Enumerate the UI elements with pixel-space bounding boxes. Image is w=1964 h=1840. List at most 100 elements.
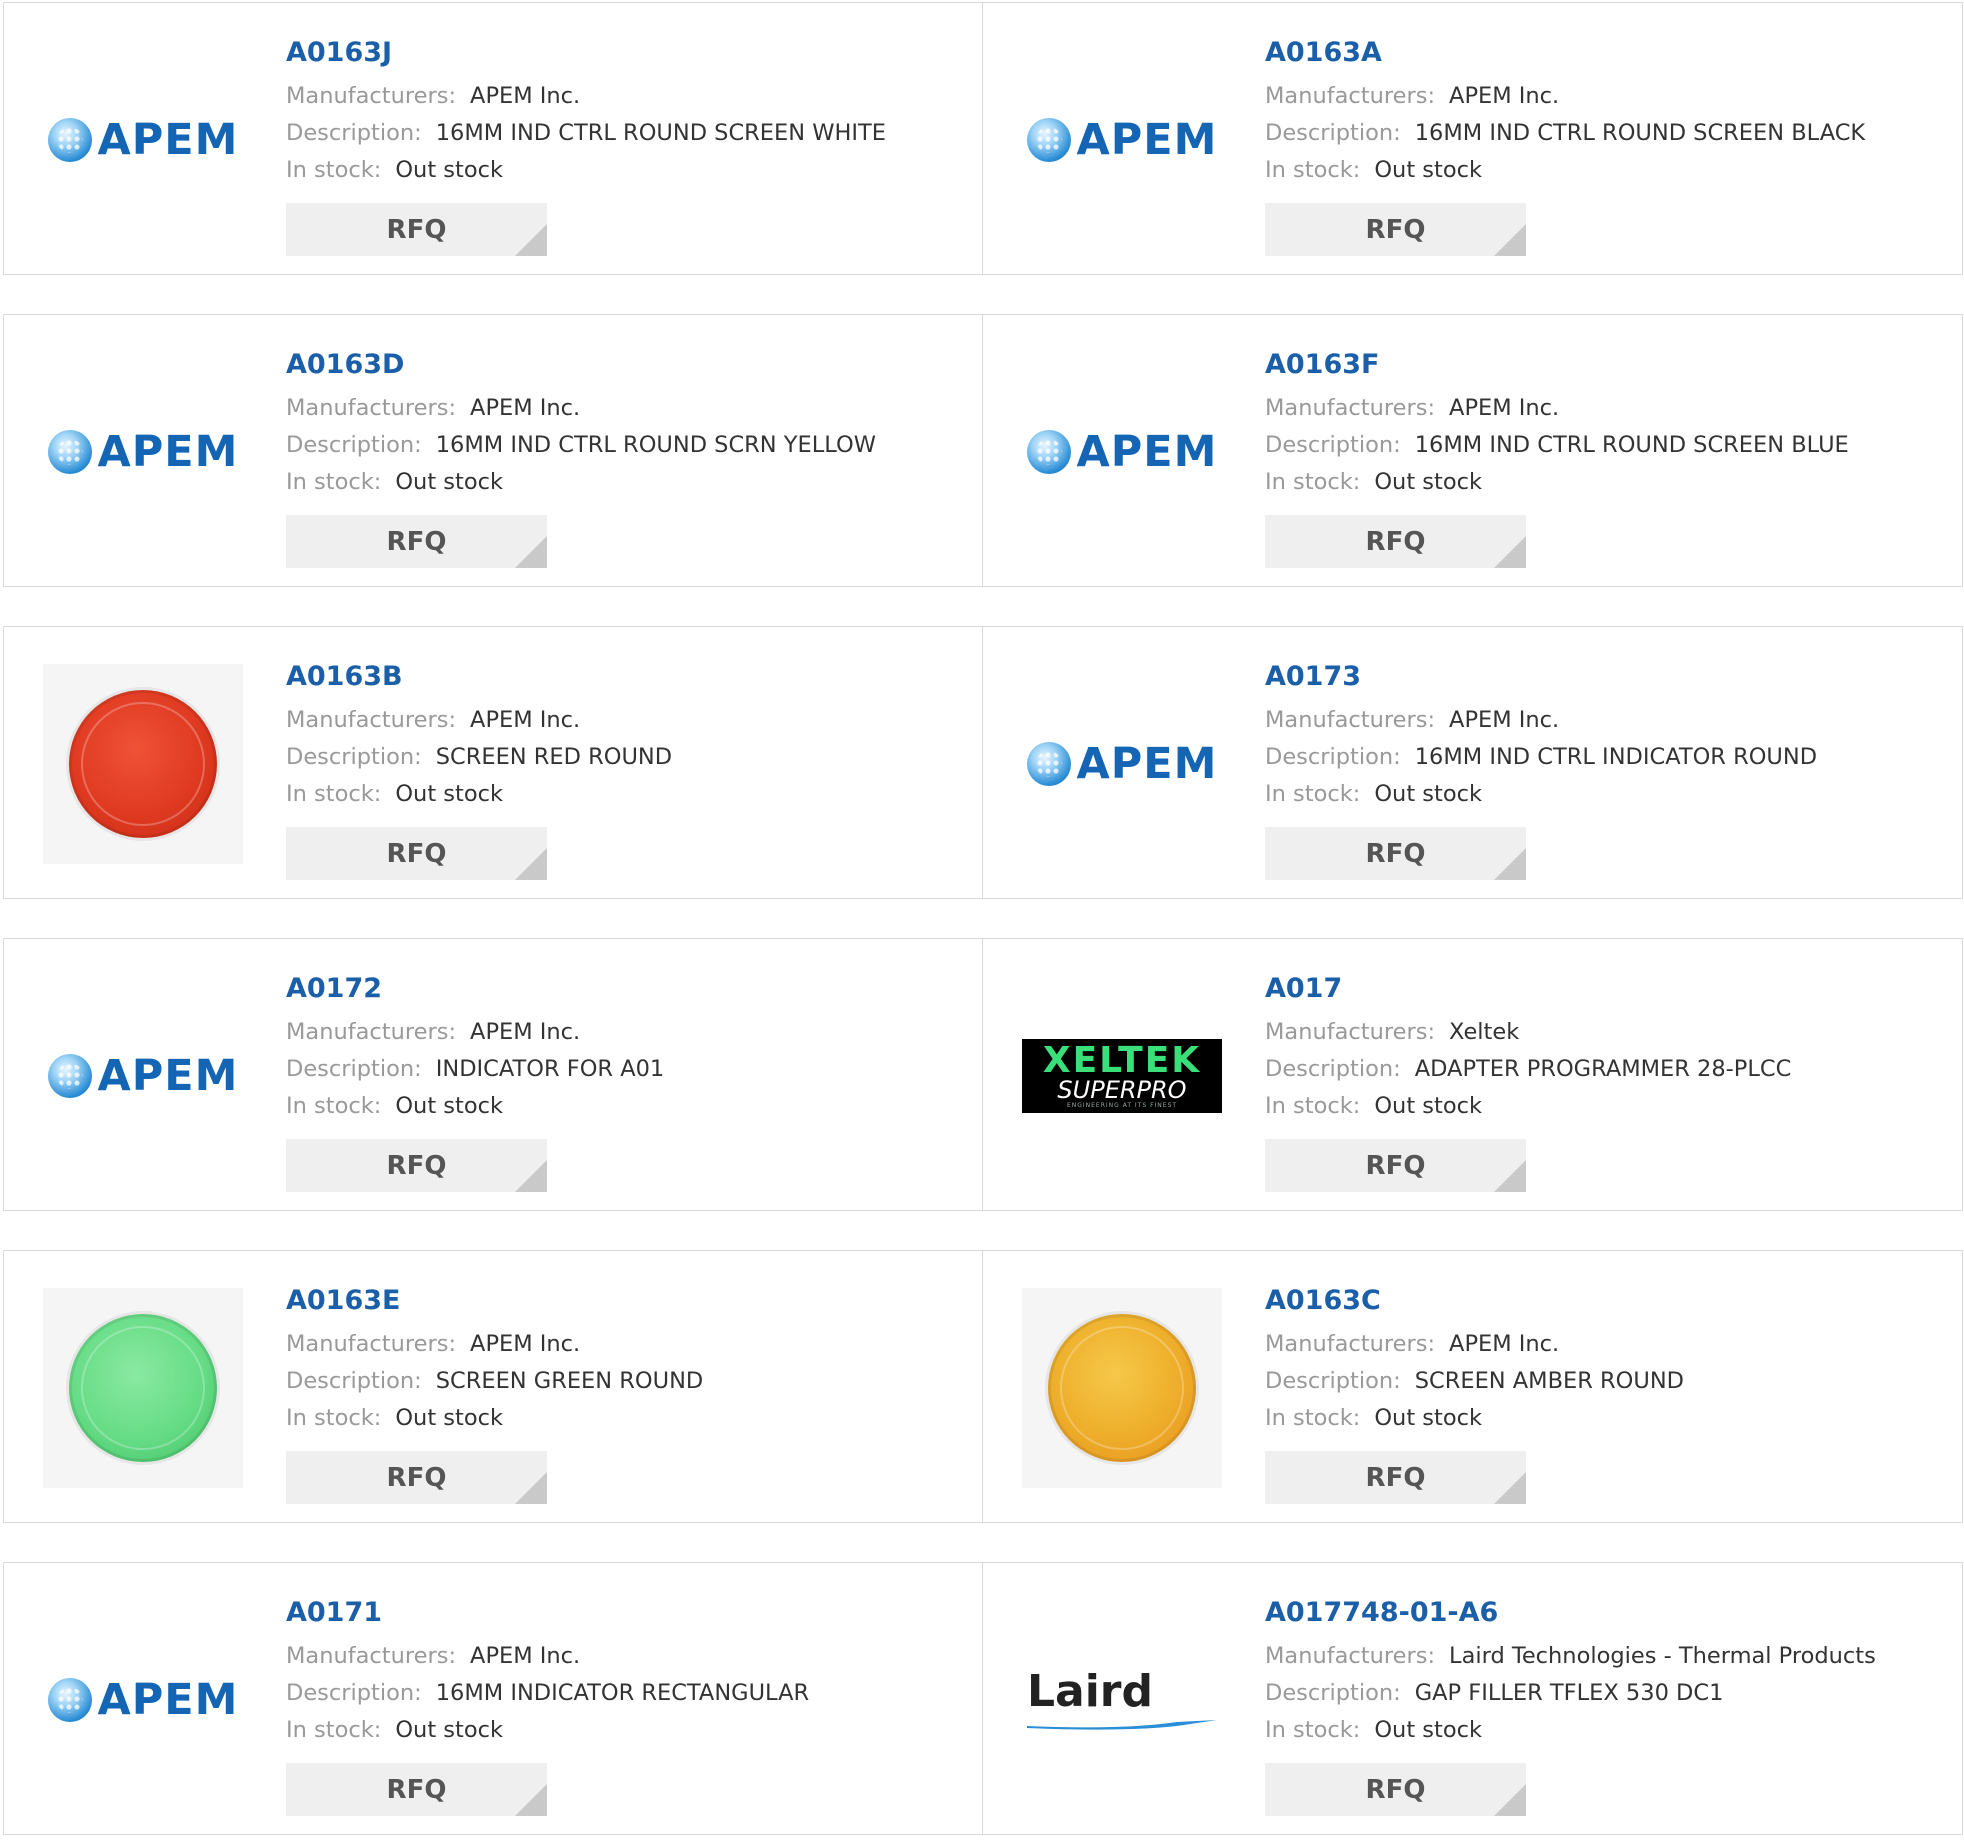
stock-label: In stock: [1265, 469, 1361, 495]
stock-value: Out stock [395, 469, 503, 495]
rfq-label: RFQ [386, 1774, 447, 1805]
description-label: Description: [1265, 1056, 1401, 1082]
part-number-link[interactable]: A0163E [286, 1281, 962, 1321]
manufacturer-line: Manufacturers: APEM Inc. [1265, 1326, 1942, 1363]
rfq-button[interactable]: RFQ [1265, 827, 1526, 880]
xeltek-superpro-text: SUPERPRO [1057, 1075, 1187, 1104]
part-number-link[interactable]: A0163A [1265, 33, 1942, 73]
part-number-link[interactable]: A0172 [286, 969, 962, 1009]
description-value: INDICATOR FOR A01 [435, 1056, 665, 1082]
stock-line: In stock: Out stock [286, 1400, 962, 1437]
description-line: Description: GAP FILLER TFLEX 530 DC1 [1265, 1675, 1942, 1712]
rfq-label: RFQ [1365, 1462, 1426, 1493]
description-line: Description: 16MM INDICATOR RECTANGULAR [286, 1675, 962, 1712]
manufacturer-label: Manufacturers: [1265, 1643, 1436, 1669]
rfq-button[interactable]: RFQ [1265, 203, 1526, 256]
description-value: 16MM IND CTRL INDICATOR ROUND [1414, 744, 1818, 770]
corner-triangle-icon [1494, 848, 1526, 880]
corner-triangle-icon [1494, 1784, 1526, 1816]
manufacturer-label: Manufacturers: [1265, 83, 1436, 109]
apem-logo: APEM [47, 1675, 239, 1725]
apem-globe-icon [1026, 430, 1071, 474]
description-label: Description: [1265, 1368, 1401, 1394]
product-grid: APEM A0163J Manufacturers: APEM Inc. Desc… [0, 0, 1964, 1840]
product-row: APEM A0163J Manufacturers: APEM Inc. Desc… [3, 2, 1963, 275]
stock-value: Out stock [395, 1405, 503, 1431]
part-number-link[interactable]: A017748-01-A6 [1265, 1593, 1942, 1633]
manufacturer-line: Manufacturers: APEM Inc. [286, 78, 962, 115]
description-line: Description: 16MM IND CTRL ROUND SCRN YEL… [286, 427, 962, 464]
product-card: APEM A0172 Manufacturers: APEM Inc. Descr… [3, 938, 983, 1211]
description-label: Description: [286, 744, 422, 770]
corner-triangle-icon [1494, 1160, 1526, 1192]
description-line: Description: SCREEN GREEN ROUND [286, 1363, 962, 1400]
manufacturer-logo: APEM [1019, 349, 1225, 555]
red-round-lens-icon [69, 690, 217, 838]
product-card: APEM A0163F Manufacturers: APEM Inc. Desc… [983, 314, 1963, 587]
part-number-link[interactable]: A017 [1265, 969, 1942, 1009]
apem-logo: APEM [1026, 115, 1218, 165]
manufacturer-line: Manufacturers: APEM Inc. [286, 1638, 962, 1675]
description-value: SCREEN RED ROUND [435, 744, 673, 770]
laird-logo: Laird [1027, 1670, 1217, 1730]
manufacturer-logo: APEM [40, 1597, 246, 1803]
description-label: Description: [286, 432, 422, 458]
rfq-button[interactable]: RFQ [1265, 1451, 1526, 1504]
product-card: Laird A017748-01-A6 Manufacturers: Laird … [983, 1562, 1963, 1835]
manufacturer-logo: APEM [1019, 661, 1225, 867]
apem-globe-icon [1026, 118, 1071, 162]
apem-logo-text: APEM [1076, 739, 1218, 789]
product-card: A0163B Manufacturers: APEM Inc. Descripti… [3, 626, 983, 899]
description-label: Description: [1265, 744, 1401, 770]
stock-value: Out stock [1374, 157, 1482, 183]
part-number-link[interactable]: A0163C [1265, 1281, 1942, 1321]
rfq-button[interactable]: RFQ [286, 1139, 547, 1192]
corner-triangle-icon [1494, 224, 1526, 256]
stock-value: Out stock [1374, 1405, 1482, 1431]
manufacturer-line: Manufacturers: APEM Inc. [1265, 702, 1942, 739]
manufacturer-label: Manufacturers: [1265, 1019, 1436, 1045]
rfq-button[interactable]: RFQ [286, 1451, 547, 1504]
rfq-label: RFQ [1365, 214, 1426, 245]
rfq-label: RFQ [386, 1150, 447, 1181]
corner-triangle-icon [1494, 536, 1526, 568]
xeltek-tagline: ENGINEERING AT ITS FINEST [1066, 1101, 1178, 1109]
rfq-button[interactable]: RFQ [1265, 1139, 1526, 1192]
stock-line: In stock: Out stock [286, 1088, 962, 1125]
rfq-button[interactable]: RFQ [286, 827, 547, 880]
part-number-link[interactable]: A0173 [1265, 657, 1942, 697]
manufacturer-logo: XELTEK SUPERPRO ENGINEERING AT ITS FINES… [1019, 973, 1225, 1179]
manufacturer-logo: APEM [1019, 37, 1225, 243]
manufacturer-value: APEM Inc. [470, 395, 581, 421]
product-row: APEM A0171 Manufacturers: APEM Inc. Descr… [3, 1562, 1963, 1835]
manufacturer-label: Manufacturers: [286, 1019, 457, 1045]
stock-line: In stock: Out stock [1265, 1088, 1942, 1125]
apem-globe-icon [47, 1054, 92, 1098]
description-value: GAP FILLER TFLEX 530 DC1 [1414, 1680, 1724, 1706]
part-number-link[interactable]: A0163F [1265, 345, 1942, 385]
apem-logo: APEM [1026, 739, 1218, 789]
stock-label: In stock: [286, 1405, 382, 1431]
part-number-link[interactable]: A0163B [286, 657, 962, 697]
part-number-link[interactable]: A0163J [286, 33, 962, 73]
stock-label: In stock: [286, 781, 382, 807]
description-line: Description: 16MM IND CTRL ROUND SCREEN W… [286, 115, 962, 152]
manufacturer-label: Manufacturers: [286, 395, 457, 421]
product-card: A0163E Manufacturers: APEM Inc. Descripti… [3, 1250, 983, 1523]
product-card: A0163C Manufacturers: APEM Inc. Descripti… [983, 1250, 1963, 1523]
apem-logo-text: APEM [97, 1051, 239, 1101]
manufacturer-logo: APEM [40, 37, 246, 243]
rfq-button[interactable]: RFQ [286, 1763, 547, 1816]
rfq-button[interactable]: RFQ [1265, 1763, 1526, 1816]
stock-label: In stock: [286, 157, 382, 183]
rfq-button[interactable]: RFQ [286, 515, 547, 568]
rfq-button[interactable]: RFQ [286, 203, 547, 256]
corner-triangle-icon [515, 1784, 547, 1816]
corner-triangle-icon [515, 848, 547, 880]
part-number-link[interactable]: A0163D [286, 345, 962, 385]
stock-label: In stock: [286, 469, 382, 495]
rfq-button[interactable]: RFQ [1265, 515, 1526, 568]
corner-triangle-icon [1494, 1472, 1526, 1504]
rfq-label: RFQ [1365, 1150, 1426, 1181]
part-number-link[interactable]: A0171 [286, 1593, 962, 1633]
